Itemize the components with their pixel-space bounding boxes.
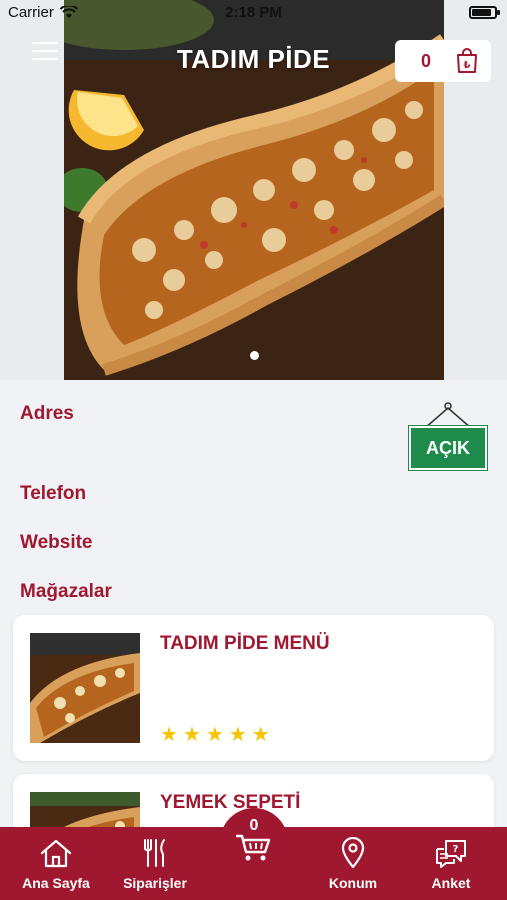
menu-card[interactable]: TADIM PİDE MENÜ ★ ★ ★ ★ ★ [13,615,494,761]
home-icon [40,839,72,868]
menu-card-title: TADIM PİDE MENÜ [160,633,330,654]
location-pin-icon [341,837,365,869]
tab-home-label: Ana Sayfa [22,875,90,891]
shopping-bag-icon: ₺ [457,48,477,73]
clock: 2:18 PM [225,4,282,21]
open-status-sign: AÇIK [408,402,489,471]
address-link[interactable]: Adres [20,403,74,425]
delivery-card-title: YEMEK SEPETİ [160,792,301,813]
status-bar: Carrier 2:18 PM [0,0,507,26]
tab-survey[interactable]: ? Anket [401,837,501,891]
tab-orders-label: Siparişler [123,875,187,891]
tab-location-label: Konum [328,875,378,891]
star-icon: ★ [251,724,270,746]
stores-link[interactable]: Mağazalar [20,581,112,603]
svg-text:?: ? [453,844,459,855]
carousel-indicator[interactable] [250,351,259,360]
tab-survey-label: Anket [431,875,471,891]
star-icon: ★ [182,724,201,746]
star-icon: ★ [160,724,178,746]
fork-knife-icon [144,839,165,867]
open-status-badge: AÇIK [408,425,488,471]
cart-fab-button[interactable]: 0 [220,808,288,876]
cart-summary-button[interactable]: 0 ₺ [395,40,491,82]
menu-card-image [30,633,140,743]
phone-link[interactable]: Telefon [20,483,86,505]
rating-stars: ★ ★ ★ ★ ★ [160,725,270,745]
shopping-cart-icon [236,834,271,861]
star-icon: ★ [228,724,247,746]
survey-chat-icon: ? [436,840,466,868]
star-icon: ★ [205,724,224,746]
tab-orders[interactable]: Siparişler [105,837,205,891]
battery-icon [469,6,500,19]
website-link[interactable]: Website [20,532,93,554]
cart-count: 0 [421,50,432,71]
hero-banner[interactable]: TADIM PİDE 0 ₺ [0,0,507,380]
tab-home[interactable]: Ana Sayfa [6,837,106,891]
tab-cart-count: 0 [249,817,259,834]
tab-location[interactable]: Konum [303,837,403,891]
currency-symbol: ₺ [464,60,471,71]
